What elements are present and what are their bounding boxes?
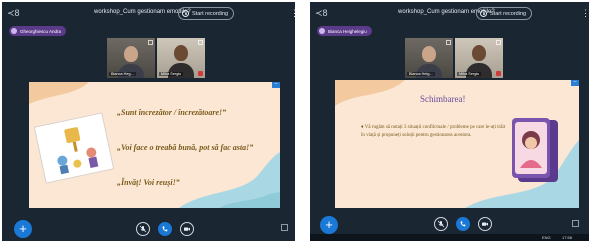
mic-icon [319,28,325,34]
mute-icon[interactable] [136,222,150,236]
users-icon[interactable]: ≺8 [315,8,329,18]
slide-quote-1: „Sunt încrezător / încrezătoare!” [117,108,227,117]
os-taskbar: ENG 17:58 [310,234,589,241]
webcam-label: Miha Sergiu [159,72,184,76]
webcam-label: Bianca Heg... [109,72,136,76]
expand-icon[interactable] [148,40,153,45]
presentation-slide: Schimbarea! ♦ Vă rugăm să notați 3 situa… [335,80,579,208]
presentation-slide: „Sunt încrezător / încrezătoare!” „Voi f… [29,82,280,208]
minimize-slide-button[interactable]: – [272,82,280,88]
webcam-tile[interactable]: Miha Sergiu [157,38,205,78]
avatar [174,45,188,61]
webcam-tile[interactable]: Bianca Heig... [405,38,453,78]
plus-icon[interactable]: + [14,220,32,238]
record-icon [480,10,487,17]
slide-title: Schimbarea! [420,94,466,104]
presenter-badge: Bianca Heighelegiu [317,26,372,36]
start-recording-button[interactable]: Start recording [476,7,533,20]
fullscreen-icon[interactable] [572,220,579,227]
media-controls [136,222,194,236]
expand-icon[interactable] [496,40,501,45]
start-recording-label: Start recording [490,10,527,17]
meeting-title: workshop_Cum gestionam emotiile? [94,9,191,15]
avatar [124,46,138,62]
avatar [422,46,436,62]
webcam-tile[interactable]: Bianca Heg... [107,38,155,78]
camera-icon[interactable] [180,222,194,236]
mic-icon [11,28,17,34]
mute-icon[interactable] [434,217,448,231]
mic-muted-icon [198,71,203,76]
avatar [472,45,486,61]
media-controls [434,217,492,231]
expand-icon[interactable] [198,40,203,45]
kebab-menu-icon[interactable]: ⋮ [290,8,295,18]
webcam-strip: Bianca Heg... Miha Sergiu [107,38,205,78]
webcam-label: Bianca Heig... [407,72,435,76]
screenshot-left: ≺8 workshop_Cum gestionam emotiile? Star… [2,2,295,241]
presenter-name: Gheorghiescu Andra [20,28,62,34]
users-icon[interactable]: ≺8 [7,8,21,18]
webcam-tile[interactable]: Miha Sergiu [455,38,503,78]
slide-body: ♦ Vă rugăm să notați 3 situații conflict… [361,125,506,138]
presenter-badge: Gheorghiescu Andra [9,26,67,36]
top-bar: ≺8 workshop_Cum gestionam emotiile? Star… [310,2,589,24]
slide-quote-2: „Voi face o treabă bună, pot să fac asta… [117,143,254,152]
slide-illustration [510,116,560,188]
start-recording-button[interactable]: Start recording [178,7,235,20]
phone-icon[interactable] [158,222,172,236]
plus-icon[interactable]: + [320,216,338,234]
webcam-strip: Bianca Heig... Miha Sergiu [405,38,503,78]
webcam-label: Miha Sergiu [457,72,482,76]
presenter-name: Bianca Heighelegiu [328,28,367,34]
record-icon [182,10,189,17]
camera-icon[interactable] [478,217,492,231]
slide-quote-3: „Învăț! Voi reuși!” [117,178,180,187]
screenshot-right: ≺8 workshop_Cum gestionam emotiile? Star… [310,2,589,241]
kebab-menu-icon[interactable]: ⋮ [581,8,589,18]
expand-icon[interactable] [446,40,451,45]
taskbar-clock: 17:58 [562,235,573,240]
fullscreen-icon[interactable] [281,224,288,231]
phone-icon[interactable] [456,217,470,231]
top-bar: ≺8 workshop_Cum gestionam emotiile? Star… [2,2,295,24]
start-recording-label: Start recording [192,10,229,17]
minimize-slide-button[interactable]: – [571,80,579,86]
mic-muted-icon [496,71,501,76]
taskbar-tray: ENG [542,235,551,240]
